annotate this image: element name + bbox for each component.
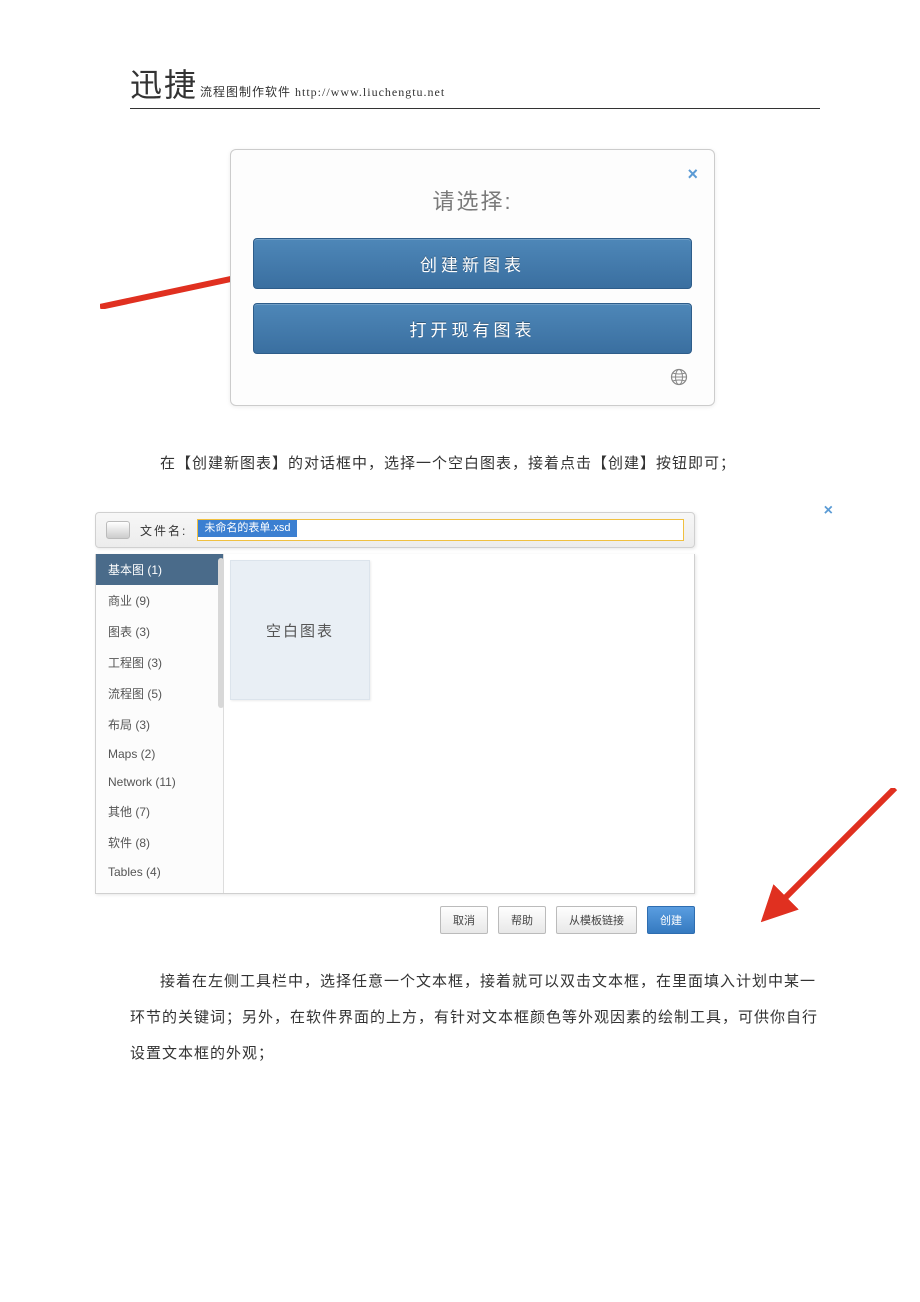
create-chart-body: 基本图 (1)商业 (9)图表 (3)工程图 (3)流程图 (5)布局 (3)M… <box>95 554 695 894</box>
sidebar-item[interactable]: Tables (4) <box>96 858 223 886</box>
drive-icon <box>106 521 130 539</box>
blank-template-card[interactable]: 空白图表 <box>230 560 370 700</box>
dialog-footer: 取消 帮助 从模板链接 创建 <box>95 906 695 934</box>
filename-input-value: 未命名的表单.xsd <box>198 520 296 537</box>
close-icon[interactable]: × <box>824 502 833 520</box>
link-from-template-button[interactable]: 从模板链接 <box>556 906 637 934</box>
category-sidebar: 基本图 (1)商业 (9)图表 (3)工程图 (3)流程图 (5)布局 (3)M… <box>96 554 224 893</box>
sidebar-item[interactable]: 布局 (3) <box>96 709 223 740</box>
paragraph-1: 在【创建新图表】的对话框中，选择一个空白图表，接着点击【创建】按钮即可； <box>130 446 820 482</box>
sidebar-item[interactable]: 软件 (8) <box>96 827 223 858</box>
create-button[interactable]: 创建 <box>647 906 695 934</box>
scrollbar-thumb[interactable] <box>218 558 224 708</box>
choose-dialog-wrapper: × 请选择: 创建新图表 打开现有图表 <box>230 149 715 406</box>
sidebar-item[interactable]: 工程图 (3) <box>96 647 223 678</box>
sidebar-item[interactable]: 其他 (7) <box>96 796 223 827</box>
filename-bar: 文件名: 未命名的表单.xsd <box>95 512 695 548</box>
create-new-chart-button[interactable]: 创建新图表 <box>253 238 692 289</box>
sidebar-item[interactable]: 流程图 (5) <box>96 678 223 709</box>
cancel-button[interactable]: 取消 <box>440 906 488 934</box>
sidebar-item[interactable]: 基本图 (1) <box>96 554 223 585</box>
create-chart-dialog-wrapper: × 文件名: 未命名的表单.xsd 基本图 (1)商业 (9)图表 (3)工程图… <box>95 512 815 934</box>
template-area: 空白图表 <box>224 554 694 893</box>
filename-input[interactable]: 未命名的表单.xsd <box>197 519 684 541</box>
logo-subtitle: 流程图制作软件 http://www.liuchengtu.net <box>200 83 445 100</box>
sidebar-item[interactable]: UML (8) <box>96 886 223 893</box>
help-button[interactable]: 帮助 <box>498 906 546 934</box>
globe-icon[interactable] <box>253 368 692 391</box>
page-header: 迅捷 流程图制作软件 http://www.liuchengtu.net <box>130 60 820 109</box>
filename-label: 文件名: <box>140 522 187 539</box>
open-existing-chart-button[interactable]: 打开现有图表 <box>253 303 692 354</box>
close-icon[interactable]: × <box>687 164 698 185</box>
annotation-arrow-2 <box>665 788 905 938</box>
sidebar-item[interactable]: 图表 (3) <box>96 616 223 647</box>
sidebar-item[interactable]: Network (11) <box>96 768 223 796</box>
sidebar-item[interactable]: Maps (2) <box>96 740 223 768</box>
paragraph-2: 接着在左侧工具栏中，选择任意一个文本框，接着就可以双击文本框，在里面填入计划中某… <box>130 964 820 1072</box>
sidebar-item[interactable]: 商业 (9) <box>96 585 223 616</box>
choose-dialog: × 请选择: 创建新图表 打开现有图表 <box>230 149 715 406</box>
dialog-title: 请选择: <box>253 184 692 216</box>
logo-text: 迅捷 <box>130 60 198 106</box>
